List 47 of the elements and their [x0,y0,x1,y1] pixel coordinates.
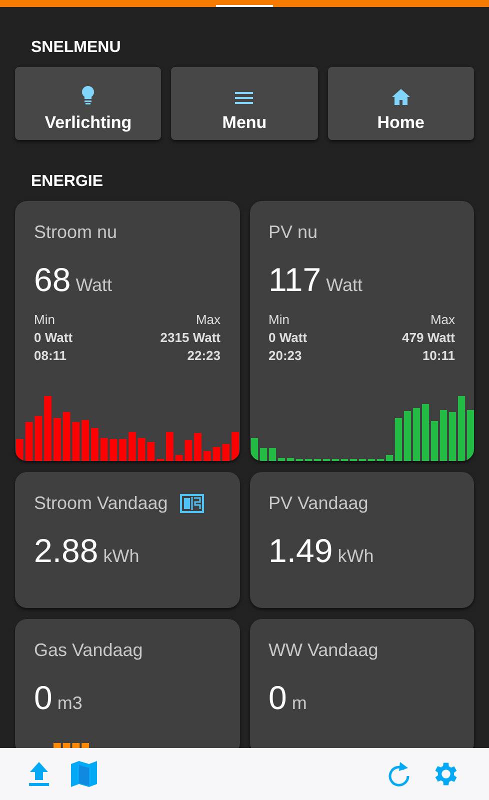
unit-text: kWh [338,546,374,567]
energy-card[interactable]: Stroom Vandaag 2.88 kWh [15,472,240,608]
stat-time: 10:11 [422,348,455,363]
upload-icon[interactable] [28,761,50,787]
unit-text: Watt [326,275,362,296]
energy-card[interactable]: PV nu 117 Watt Min 0 Watt 20:23 Max 479 Watt 10:11 [250,201,474,461]
energy-card[interactable]: Gas Vandaag 0 m3 [15,619,240,748]
stat-label: Max [430,312,455,327]
card-title: Stroom nu [34,222,118,243]
value-text: 2.88 [34,532,98,570]
stat-time: 08:11 [34,348,67,363]
energy-card[interactable]: WW Vandaag 0 m [250,619,474,748]
map-icon[interactable] [70,760,98,788]
lightbulb-icon [81,85,96,105]
stat-value: 0 Watt [34,330,73,345]
stat-label: Min [34,312,55,327]
quick-menu-button[interactable]: Menu [171,67,318,140]
card-title: PV Vandaag [268,493,368,514]
unit-text: m3 [57,693,82,714]
home-icon [392,89,410,105]
energy-card[interactable]: PV Vandaag 1.49 kWh [250,472,474,608]
section-heading: ENERGIE [31,173,104,192]
energy-card[interactable]: Stroom nu 68 Watt Min 0 Watt 08:11 Max 2315 Watt 22:23 [15,201,240,461]
section-heading: SNELMENU [31,39,121,58]
unit-text: Watt [76,275,112,296]
refresh-icon[interactable] [387,761,411,787]
stat-value: 2315 Watt [160,330,220,345]
unit-text: kWh [103,546,140,567]
card-title: Gas Vandaag [34,640,143,661]
quick-menu-button[interactable]: Verlichting [15,67,162,140]
value-text: 117 [268,261,322,299]
card-title: WW Vandaag [268,640,378,661]
value-text: 1.49 [268,532,333,570]
stat-time: 22:23 [187,348,220,363]
card-title: Stroom Vandaag [34,493,168,514]
unit-text: m [292,693,307,714]
stat-label: Min [268,312,290,327]
value-text: 0 [34,679,52,717]
quick-menu-button[interactable]: Home [328,67,474,140]
stat-value: 479 Watt [402,330,455,345]
card-title: PV nu [268,222,318,243]
value-text: 68 [34,261,71,299]
stat-time: 20:23 [268,348,302,363]
value-text: 0 [268,679,287,717]
stat-label: Max [196,312,220,327]
stat-value: 0 Watt [268,330,308,345]
menu-icon [235,91,254,105]
